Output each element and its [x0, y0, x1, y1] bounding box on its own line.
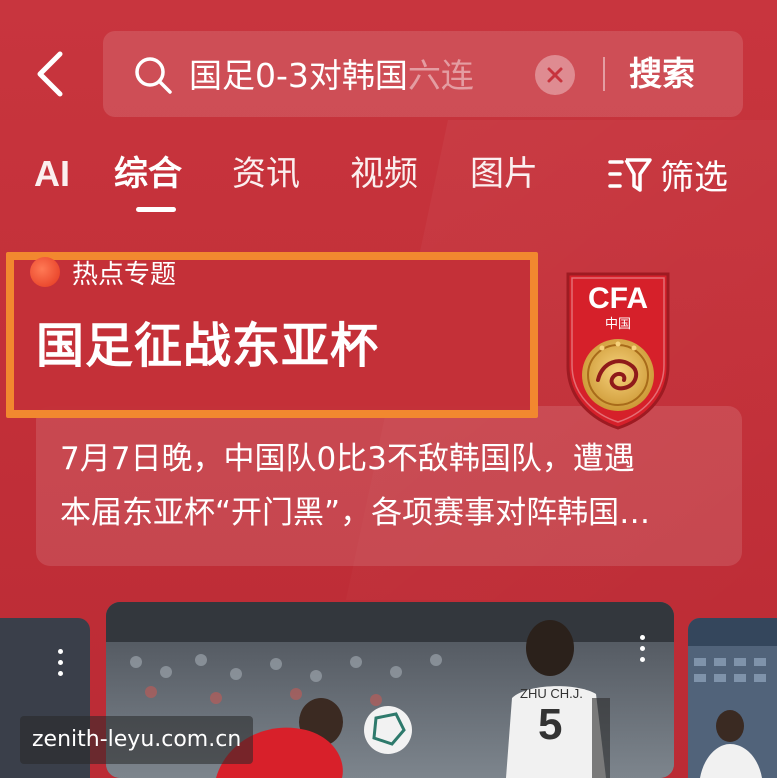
tab-video[interactable]: 视频: [350, 148, 418, 200]
topic-title[interactable]: 国足征战东亚杯: [36, 306, 506, 376]
chevron-left-icon: [37, 51, 63, 97]
badge-subtitle: 中国: [605, 317, 631, 332]
jersey-number: 5: [538, 700, 563, 749]
watermark: zenith-leyu.com.cn: [20, 716, 254, 764]
search-input[interactable]: 国足0-3对韩国六连: [189, 49, 519, 99]
search-divider: [603, 57, 605, 91]
tab-news[interactable]: 资讯: [232, 148, 300, 200]
close-icon: [547, 67, 563, 83]
clear-search-button[interactable]: [535, 55, 575, 95]
search-bar: 国足0-3对韩国六连 搜索: [103, 31, 743, 117]
search-query-text: 国足0-3对韩国: [189, 56, 408, 95]
filter-button[interactable]: 筛选: [608, 148, 728, 200]
search-icon: [135, 57, 172, 94]
cfa-logo: CFA 中国: [566, 272, 670, 430]
topic-description[interactable]: 7月7日晚，中国队0比3不敌韩国队，遭遇 本届东亚杯“开门黑”，各项赛事对阵韩国…: [60, 432, 720, 540]
hot-topic-icon: [30, 257, 60, 287]
active-tab-indicator: [136, 207, 176, 212]
back-button[interactable]: [26, 46, 74, 102]
filter-icon: [608, 158, 652, 192]
hot-topic-tag: 热点专题: [30, 254, 176, 290]
search-submit-button[interactable]: 搜索: [629, 49, 719, 99]
video-card-next[interactable]: [688, 618, 777, 778]
more-options-button[interactable]: [48, 642, 72, 682]
tab-comprehensive[interactable]: 综合: [114, 148, 182, 200]
video-thumbnail: [688, 618, 777, 778]
tab-images[interactable]: 图片: [470, 148, 538, 200]
more-options-button[interactable]: [630, 628, 654, 668]
topic-description-line: 本届东亚杯“开门黑”，各项赛事对阵韩国…: [60, 495, 651, 531]
tab-ai[interactable]: AI: [34, 148, 70, 200]
search-query-overflow: 六连: [407, 56, 474, 95]
filter-label: 筛选: [660, 157, 728, 198]
topic-description-line: 7月7日晚，中国队0比3不敌韩国队，遭遇: [60, 441, 635, 477]
hot-topic-label: 热点专题: [72, 259, 177, 290]
badge-letters: CFA: [588, 282, 648, 315]
jersey-name: ZHU CH.J.: [520, 686, 583, 701]
